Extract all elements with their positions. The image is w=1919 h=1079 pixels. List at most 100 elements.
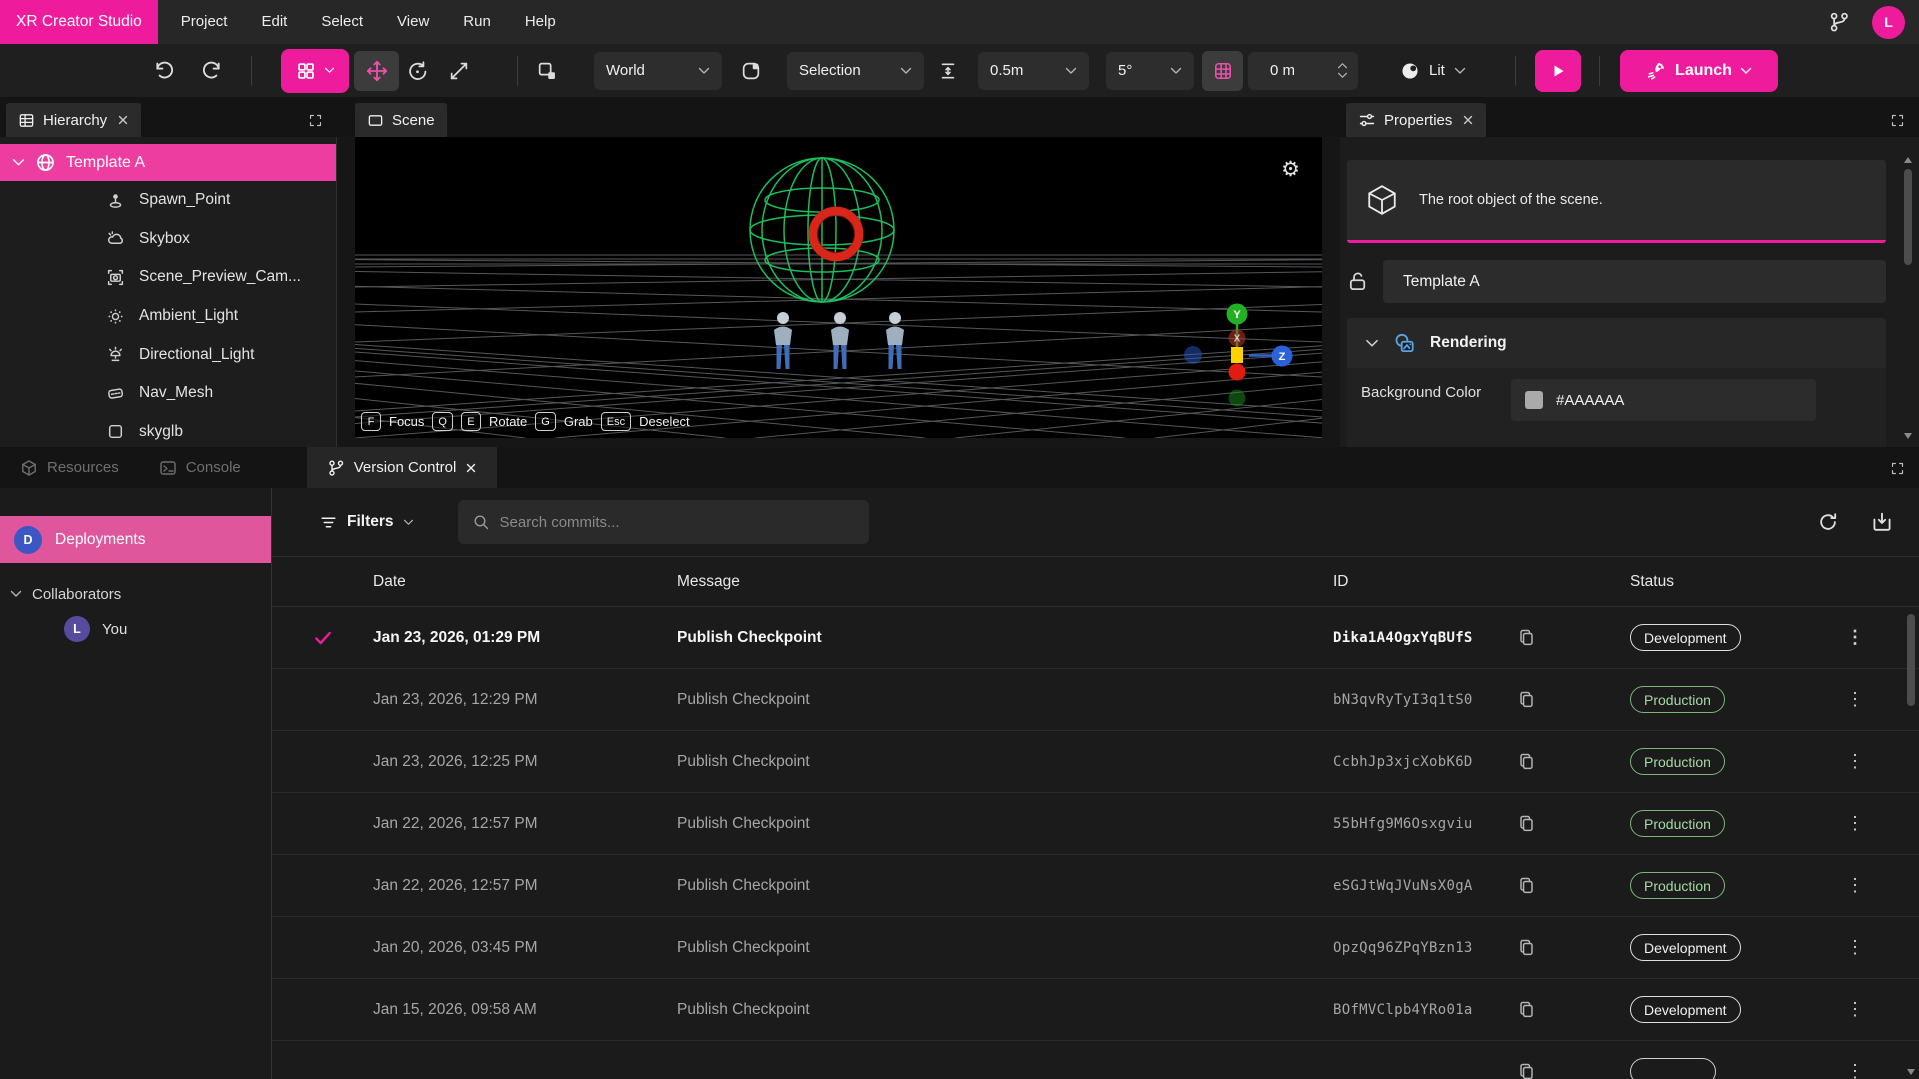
table-row[interactable]: ⋮ xyxy=(272,1041,1919,1079)
gear-icon[interactable]: ⚙ xyxy=(1281,159,1300,180)
close-icon[interactable] xyxy=(1462,114,1474,126)
menu-help[interactable]: Help xyxy=(508,0,573,44)
branch-icon[interactable] xyxy=(1828,11,1850,33)
pivot-toggle-button[interactable] xyxy=(536,60,558,82)
rendering-section-header[interactable]: Rendering xyxy=(1347,318,1886,368)
row-menu-icon[interactable]: ⋮ xyxy=(1840,1061,1864,1079)
table-row[interactable]: Jan 22, 2026, 12:57 PM Publish Checkpoin… xyxy=(272,855,1919,917)
sidebar-item-you[interactable]: L You xyxy=(0,611,271,647)
expand-icon[interactable] xyxy=(1890,113,1905,128)
properties-scrollbar[interactable] xyxy=(1903,157,1913,439)
bounds-toggle-button[interactable] xyxy=(740,60,762,82)
selection-dropdown[interactable]: Selection xyxy=(787,52,924,90)
spawn-ring[interactable] xyxy=(805,203,867,265)
copy-icon[interactable] xyxy=(1517,1000,1536,1019)
tree-item-directional-light[interactable]: Directional_Light xyxy=(0,335,336,374)
table-row[interactable]: Jan 23, 2026, 12:25 PM Publish Checkpoin… xyxy=(272,731,1919,793)
tab-console[interactable]: Console xyxy=(139,447,261,488)
refresh-icon[interactable] xyxy=(1817,511,1839,533)
snap-grid-toggle[interactable] xyxy=(1202,51,1243,91)
scene-viewport[interactable]: X Y Z ⚙ F Focus Q E Rotate G xyxy=(355,137,1322,438)
select-mode-button[interactable] xyxy=(281,49,349,93)
chevron-down-icon[interactable] xyxy=(1365,339,1379,348)
column-header-id[interactable]: ID xyxy=(1333,573,1517,591)
tree-item-spawn-point[interactable]: Spawn_Point xyxy=(0,181,336,220)
table-row[interactable]: Jan 22, 2026, 12:57 PM Publish Checkpoin… xyxy=(272,793,1919,855)
menu-view[interactable]: View xyxy=(380,0,446,44)
launch-button[interactable]: Launch xyxy=(1620,50,1778,92)
table-row[interactable]: Jan 23, 2026, 12:29 PM Publish Checkpoin… xyxy=(272,669,1919,731)
tree-item-scene-preview-cam[interactable]: Scene_Preview_Cam... xyxy=(0,258,336,297)
row-menu-icon[interactable]: ⋮ xyxy=(1840,875,1864,896)
rotate-snap-dropdown[interactable]: 5° xyxy=(1106,52,1194,90)
search-commits-input[interactable] xyxy=(500,514,855,531)
space-dropdown[interactable]: World xyxy=(594,52,722,90)
expand-icon[interactable] xyxy=(308,113,323,128)
chevron-down-icon[interactable] xyxy=(10,590,22,598)
tree-item-nav-mesh[interactable]: Nav_Mesh xyxy=(0,374,336,413)
background-color-input[interactable]: #AAAAAA xyxy=(1511,379,1816,421)
tree-item-root[interactable]: Template A xyxy=(0,144,336,181)
row-menu-icon[interactable]: ⋮ xyxy=(1840,627,1864,648)
commits-scrollbar[interactable] xyxy=(1906,614,1916,1075)
column-header-date[interactable]: Date xyxy=(373,573,677,591)
lock-open-icon[interactable] xyxy=(1347,270,1370,293)
tab-resources[interactable]: Resources xyxy=(0,447,139,488)
redo-button[interactable] xyxy=(200,59,224,83)
branch-icon xyxy=(327,459,345,477)
copy-icon[interactable] xyxy=(1517,876,1536,895)
height-snap-stepper[interactable]: 0 m xyxy=(1248,52,1358,90)
menu-select[interactable]: Select xyxy=(304,0,380,44)
menu-project[interactable]: Project xyxy=(164,0,245,44)
table-row[interactable]: Jan 23, 2026, 01:29 PM Publish Checkpoin… xyxy=(272,607,1919,669)
tab-scene[interactable]: Scene xyxy=(355,103,447,137)
copy-icon[interactable] xyxy=(1517,690,1536,709)
version-control-sidebar: D Deployments Collaborators L You xyxy=(0,488,272,1079)
row-menu-icon[interactable]: ⋮ xyxy=(1840,751,1864,772)
close-icon[interactable] xyxy=(465,462,477,474)
tab-hierarchy[interactable]: Hierarchy xyxy=(6,103,141,137)
sidebar-item-collaborators[interactable]: Collaborators xyxy=(0,577,271,611)
close-icon[interactable] xyxy=(117,114,129,126)
rotate-tool-button[interactable] xyxy=(406,59,429,82)
play-button[interactable] xyxy=(1535,50,1581,92)
filters-button[interactable]: Filters xyxy=(319,513,414,532)
tab-properties-label: Properties xyxy=(1384,112,1452,129)
undo-button[interactable] xyxy=(152,59,176,83)
menu-edit[interactable]: Edit xyxy=(244,0,304,44)
tree-item-skyglb[interactable]: skyglb xyxy=(0,413,336,447)
row-menu-icon[interactable]: ⋮ xyxy=(1840,813,1864,834)
column-header-status[interactable]: Status xyxy=(1630,573,1840,591)
row-menu-icon[interactable]: ⋮ xyxy=(1840,999,1864,1020)
row-menu-icon[interactable]: ⋮ xyxy=(1840,937,1864,958)
color-swatch[interactable] xyxy=(1525,391,1543,409)
stepper-arrows[interactable] xyxy=(1337,62,1348,79)
copy-icon[interactable] xyxy=(1517,1062,1536,1079)
shading-dropdown[interactable]: Lit xyxy=(1400,61,1466,81)
chevron-down-icon[interactable] xyxy=(12,158,25,167)
xr-creator-studio-app: XR Creator Studio Project Edit Select Vi… xyxy=(0,0,1919,1079)
object-name-field[interactable]: Template A xyxy=(1383,260,1886,303)
axis-gizmo[interactable]: X Y Z xyxy=(1177,295,1297,415)
move-snap-dropdown[interactable]: 0.5m xyxy=(978,52,1089,90)
copy-icon[interactable] xyxy=(1517,814,1536,833)
sidebar-item-deployments[interactable]: D Deployments xyxy=(0,516,271,563)
row-menu-icon[interactable]: ⋮ xyxy=(1840,689,1864,710)
table-row[interactable]: Jan 20, 2026, 03:45 PM Publish Checkpoin… xyxy=(272,917,1919,979)
tree-item-skybox[interactable]: Skybox xyxy=(0,220,336,259)
drop-to-ground-button[interactable] xyxy=(938,61,958,81)
table-row[interactable]: Jan 15, 2026, 09:58 AM Publish Checkpoin… xyxy=(272,979,1919,1041)
tab-properties[interactable]: Properties xyxy=(1346,103,1486,137)
move-tool-button[interactable] xyxy=(354,51,399,91)
column-header-message[interactable]: Message xyxy=(677,573,1333,591)
new-checkpoint-icon[interactable] xyxy=(1871,511,1893,533)
copy-icon[interactable] xyxy=(1517,752,1536,771)
user-avatar[interactable]: L xyxy=(1872,6,1905,39)
copy-icon[interactable] xyxy=(1517,938,1536,957)
scale-tool-button[interactable] xyxy=(448,60,470,82)
tree-item-ambient-light[interactable]: Ambient_Light xyxy=(0,297,336,336)
tab-version-control[interactable]: Version Control xyxy=(307,447,498,488)
menu-run[interactable]: Run xyxy=(446,0,508,44)
copy-icon[interactable] xyxy=(1517,628,1536,647)
expand-icon[interactable] xyxy=(1890,461,1905,476)
